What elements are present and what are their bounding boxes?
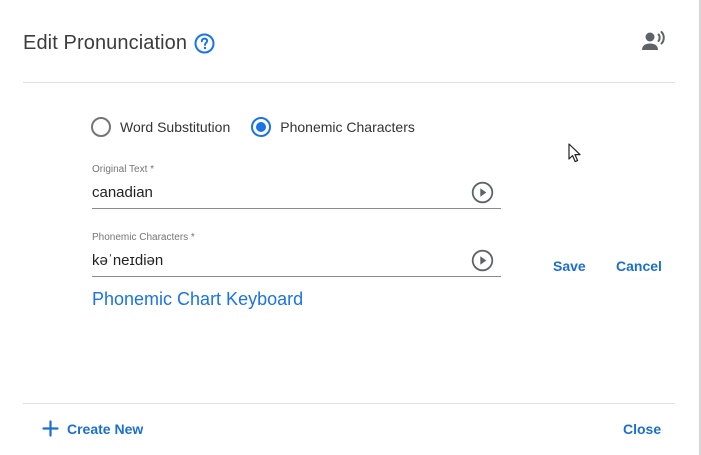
phonemic-characters-field: Phonemic Characters * — [92, 232, 501, 277]
play-circle-icon[interactable] — [471, 181, 494, 204]
radio-label-word-substitution: Word Substitution — [120, 119, 231, 135]
phonemic-characters-row — [92, 244, 501, 277]
radio-phonemic-characters[interactable]: Phonemic Characters — [251, 117, 415, 137]
create-new-button[interactable]: Create New — [42, 420, 143, 437]
mode-radio-group: Word Substitution Phonemic Characters — [91, 117, 415, 137]
header-divider — [23, 82, 675, 83]
close-button[interactable]: Close — [623, 421, 661, 437]
record-voice-icon[interactable] — [641, 30, 667, 54]
edit-pronunciation-dialog: Edit Pronunciation Word Substitution Pho… — [0, 0, 701, 455]
phonemic-chart-keyboard-link[interactable]: Phonemic Chart Keyboard — [92, 289, 303, 310]
radio-button-checked[interactable] — [251, 117, 272, 137]
help-circle-icon[interactable] — [194, 33, 215, 54]
play-circle-icon[interactable] — [471, 249, 494, 272]
radio-label-phonemic-characters: Phonemic Characters — [280, 119, 415, 135]
mouse-pointer-icon — [568, 143, 582, 163]
dialog-header: Edit Pronunciation — [23, 28, 215, 58]
original-text-input[interactable] — [92, 183, 452, 201]
dialog-title: Edit Pronunciation — [23, 31, 188, 54]
plus-icon — [42, 420, 59, 437]
phonemic-characters-label: Phonemic Characters * — [92, 232, 195, 243]
original-text-field: Original Text * — [92, 164, 501, 209]
cancel-button[interactable]: Cancel — [616, 258, 662, 274]
save-button[interactable]: Save — [553, 258, 586, 274]
radio-button-unchecked[interactable] — [91, 117, 111, 137]
footer-divider — [23, 403, 675, 404]
original-text-row — [92, 176, 501, 209]
radio-word-substitution[interactable]: Word Substitution — [91, 117, 230, 137]
original-text-label: Original Text * — [92, 164, 155, 175]
create-new-label: Create New — [67, 420, 144, 437]
phonemic-characters-input[interactable] — [92, 251, 452, 269]
